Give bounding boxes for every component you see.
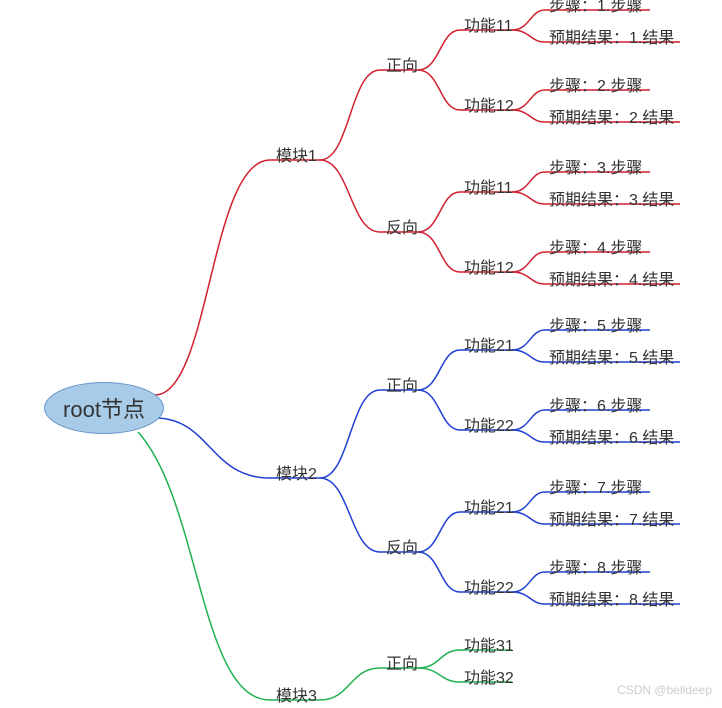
direction-node[interactable]: 反向 xyxy=(382,212,422,240)
step-node[interactable]: 步骤：1.步骤 xyxy=(545,0,646,18)
step-node[interactable]: 步骤：3.步骤 xyxy=(545,152,646,180)
direction-node[interactable]: 正向 xyxy=(382,648,422,676)
expected-node[interactable]: 预期结果：7.结果 xyxy=(545,504,678,532)
direction-node[interactable]: 反向 xyxy=(382,532,422,560)
root-node[interactable]: root节点 xyxy=(44,382,164,434)
expected-node[interactable]: 预期结果：8.结果 xyxy=(545,584,678,612)
function-node[interactable]: 功能21 xyxy=(460,492,518,520)
step-node[interactable]: 步骤：2.步骤 xyxy=(545,70,646,98)
function-node[interactable]: 功能12 xyxy=(460,90,518,118)
function-node[interactable]: 功能32 xyxy=(460,662,518,690)
step-node[interactable]: 步骤：5.步骤 xyxy=(545,310,646,338)
function-node[interactable]: 功能22 xyxy=(460,410,518,438)
expected-node[interactable]: 预期结果：3.结果 xyxy=(545,184,678,212)
expected-node[interactable]: 预期结果：6.结果 xyxy=(545,422,678,450)
root-label: root节点 xyxy=(63,392,145,424)
function-node[interactable]: 功能11 xyxy=(460,172,517,200)
step-node[interactable]: 步骤：6.步骤 xyxy=(545,390,646,418)
expected-node[interactable]: 预期结果：1.结果 xyxy=(545,22,678,50)
function-node[interactable]: 功能12 xyxy=(460,252,518,280)
module-node[interactable]: 模块1 xyxy=(272,140,321,168)
function-node[interactable]: 功能11 xyxy=(460,10,517,38)
expected-node[interactable]: 预期结果：4.结果 xyxy=(545,264,678,292)
module-node[interactable]: 模块2 xyxy=(272,458,321,486)
step-node[interactable]: 步骤：4.步骤 xyxy=(545,232,646,260)
function-node[interactable]: 功能22 xyxy=(460,572,518,600)
step-node[interactable]: 步骤：7.步骤 xyxy=(545,472,646,500)
watermark: CSDN @belldeep xyxy=(617,683,712,697)
module-node[interactable]: 模块3 xyxy=(272,680,321,708)
expected-node[interactable]: 预期结果：5.结果 xyxy=(545,342,678,370)
direction-node[interactable]: 正向 xyxy=(382,50,422,78)
function-node[interactable]: 功能21 xyxy=(460,330,518,358)
direction-node[interactable]: 正向 xyxy=(382,370,422,398)
function-node[interactable]: 功能31 xyxy=(460,630,518,658)
expected-node[interactable]: 预期结果：2.结果 xyxy=(545,102,678,130)
step-node[interactable]: 步骤：8.步骤 xyxy=(545,552,646,580)
